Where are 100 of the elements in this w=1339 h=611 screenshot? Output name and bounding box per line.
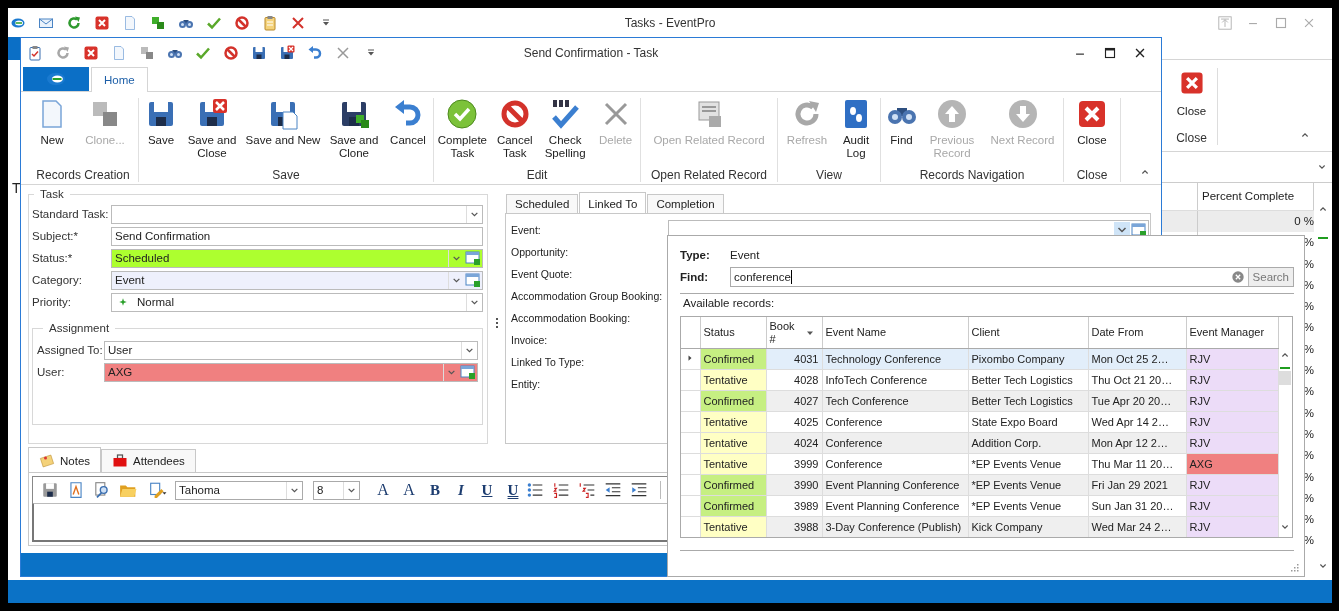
font-size-dropdown[interactable]: 8 xyxy=(313,480,360,500)
field-label: Accommodation Group Booking: xyxy=(511,290,664,302)
note-icon xyxy=(39,452,55,469)
field-label: Priority: xyxy=(32,296,72,308)
search-icon[interactable] xyxy=(93,481,111,499)
lookup-icon[interactable] xyxy=(465,272,481,288)
column-header[interactable]: Client xyxy=(968,317,1088,349)
field-label: Accommodation Booking: xyxy=(511,312,632,324)
ribbon-button[interactable]: Close xyxy=(1067,98,1117,147)
group-label: Edit xyxy=(526,168,548,182)
ribbon-button[interactable]: Audit Log xyxy=(836,98,876,160)
scroll-marker xyxy=(1280,367,1291,369)
field-label: Category: xyxy=(32,274,83,286)
tab[interactable]: Notes xyxy=(28,447,102,473)
resize-grip-icon[interactable] xyxy=(1288,561,1300,573)
format-button[interactable]: U xyxy=(474,481,500,499)
document-icon[interactable] xyxy=(122,14,138,31)
field-label: Linked To Type: xyxy=(511,356,586,368)
table-cell: 4028 xyxy=(766,369,822,391)
cubes-icon[interactable] xyxy=(150,14,166,31)
clear-icon[interactable] xyxy=(1230,269,1245,284)
field-label: Assigned To: xyxy=(37,344,104,356)
field-label: Type: xyxy=(680,248,711,261)
group-label: Close xyxy=(1076,168,1108,182)
outdent-icon[interactable] xyxy=(604,481,622,499)
format-button[interactable]: A xyxy=(396,481,422,499)
ribbon-button[interactable]: Cancel Task xyxy=(490,98,539,160)
input-field[interactable]: User xyxy=(104,340,478,360)
close-icon xyxy=(1076,98,1108,130)
clipboard-icon[interactable] xyxy=(27,44,43,61)
ribbon-button[interactable]: Save and Close xyxy=(183,98,241,160)
column-header[interactable]: Book # xyxy=(766,317,822,349)
ribbon-button[interactable]: Save and New xyxy=(243,98,323,160)
format-button[interactable]: U xyxy=(500,481,526,499)
column-header[interactable]: Event Name xyxy=(822,317,968,349)
group-title: Task xyxy=(39,188,65,200)
column-header[interactable]: Status xyxy=(700,317,766,349)
ribbon-button[interactable]: Save xyxy=(141,98,181,160)
section-label: Available records: xyxy=(682,296,776,311)
table-cell: Thu Oct 21 20… xyxy=(1088,369,1186,391)
format-button[interactable]: I xyxy=(448,481,474,499)
search-field[interactable]: conference Search xyxy=(730,266,1294,287)
table-cell: InfoTech Conference xyxy=(822,369,968,391)
clipboard-icon[interactable] xyxy=(262,14,278,31)
tab[interactable]: Completion xyxy=(647,194,724,213)
column-header: T xyxy=(11,180,20,196)
indent-icon[interactable] xyxy=(630,481,648,499)
lookup-icon[interactable] xyxy=(465,250,481,266)
font-dropdown[interactable]: Tahoma xyxy=(175,480,303,500)
bullet-list-icon[interactable] xyxy=(526,481,544,499)
app-button[interactable] xyxy=(23,67,89,91)
input-field[interactable]: Normal xyxy=(111,292,483,312)
table-cell: *EP Events Venue xyxy=(968,495,1088,517)
search-button[interactable]: Search xyxy=(1247,267,1293,286)
ribbon-button[interactable]: Complete Task xyxy=(434,98,491,160)
cubes-icon[interactable] xyxy=(139,44,155,61)
prohibited-icon[interactable] xyxy=(234,14,250,31)
table-cell: Conference xyxy=(822,411,968,433)
column-header[interactable]: Date From xyxy=(1088,317,1186,349)
ribbon-tab[interactable]: Home xyxy=(91,67,148,92)
document-icon[interactable] xyxy=(111,44,127,61)
input-field[interactable]: AXG xyxy=(104,362,478,382)
ribbon-button[interactable]: Check Spelling xyxy=(539,98,592,160)
ribbon-button[interactable]: New xyxy=(32,98,72,147)
field-label: Subject:* xyxy=(32,230,80,242)
tab[interactable]: Scheduled xyxy=(506,194,579,213)
numbered-list-icon[interactable] xyxy=(552,481,570,499)
field-label: User: xyxy=(37,366,66,378)
input-field[interactable]: Scheduled xyxy=(111,248,483,268)
table-cell: Conference xyxy=(822,453,968,475)
group-label: Open Related Record xyxy=(650,168,768,182)
ribbon-button[interactable]: Save and Clone xyxy=(325,98,383,160)
type-value: Event xyxy=(730,248,760,261)
format-button[interactable]: A xyxy=(370,481,396,499)
input-field[interactable]: Send Confirmation xyxy=(111,226,483,246)
refresh-icon[interactable] xyxy=(66,14,82,31)
lookup-icon[interactable] xyxy=(460,364,476,380)
field-label: Standard Task: xyxy=(32,208,110,220)
splitter-handle[interactable] xyxy=(495,318,498,328)
tab[interactable]: Attendees xyxy=(101,449,196,472)
ribbon-button[interactable]: Find xyxy=(881,98,922,160)
format-button[interactable]: B xyxy=(422,481,448,499)
tab[interactable]: Linked To xyxy=(579,192,647,214)
scroll-thumb[interactable] xyxy=(1279,371,1292,385)
field-label: Invoice: xyxy=(511,334,549,346)
table-cell: Better Tech Logistics xyxy=(968,369,1088,391)
document-icon[interactable] xyxy=(67,481,85,499)
input-field[interactable]: Event xyxy=(111,270,483,290)
input-field[interactable] xyxy=(111,204,483,224)
column-header[interactable]: Event Manager xyxy=(1186,317,1278,349)
table-cell: 4025 xyxy=(766,411,822,433)
group-label: Close xyxy=(1176,131,1207,145)
undo-icon[interactable] xyxy=(307,44,323,61)
table-cell: Sun Jan 31 20… xyxy=(1088,495,1186,517)
prohibited-icon[interactable] xyxy=(223,44,239,61)
refresh-icon[interactable] xyxy=(55,44,71,61)
multilevel-list-icon[interactable] xyxy=(578,481,596,499)
ribbon-button[interactable]: Close xyxy=(1176,68,1207,117)
ribbon-button[interactable]: Cancel xyxy=(385,98,431,160)
group-label: Records Navigation xyxy=(919,168,1025,182)
